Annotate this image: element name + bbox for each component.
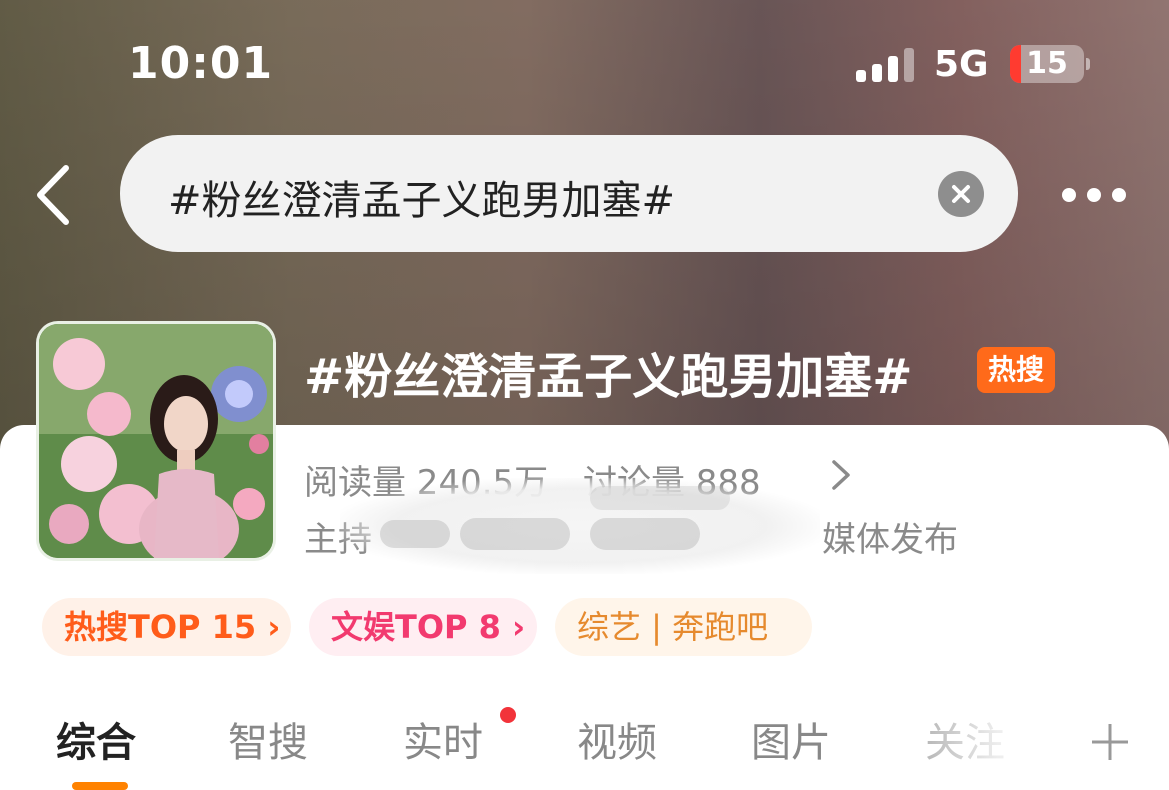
more-dots-icon	[1062, 188, 1076, 202]
battery-icon: 15	[1010, 45, 1084, 83]
back-button[interactable]	[30, 160, 80, 230]
more-dot	[1112, 188, 1126, 202]
status-time: 10:01	[128, 38, 274, 89]
more-options-button[interactable]	[1058, 180, 1130, 210]
tab-comprehensive[interactable]: 综合	[56, 710, 136, 768]
search-query-text: #粉丝澄清孟子义跑男加塞#	[168, 178, 676, 224]
search-bar[interactable]: #粉丝澄清孟子义跑男加塞#	[120, 135, 1018, 252]
tab-images[interactable]: 图片	[751, 710, 831, 768]
clear-search-button[interactable]	[938, 171, 984, 217]
new-content-dot	[500, 707, 516, 723]
active-tab-indicator	[72, 782, 128, 790]
tab-realtime[interactable]: 实时	[403, 710, 483, 768]
more-dot	[1087, 188, 1101, 202]
signal-bars-icon	[856, 46, 916, 82]
redaction-blob	[590, 486, 730, 510]
hot-search-badge: 热搜	[977, 347, 1055, 393]
chevron-left-icon	[37, 165, 69, 225]
topic-cover-image[interactable]	[36, 321, 276, 561]
redaction-blob	[590, 518, 700, 550]
tab-video[interactable]: 视频	[577, 710, 657, 768]
stats-chevron-icon[interactable]	[826, 458, 856, 492]
add-tab-button[interactable]	[1090, 722, 1130, 762]
entertainment-rank-chip[interactable]: 文娱TOP 8 ›	[309, 598, 537, 656]
hot-search-rank-chip[interactable]: 热搜TOP 15 ›	[42, 598, 291, 656]
redaction-blob	[460, 518, 570, 550]
tab-smart-search[interactable]: 智搜	[228, 710, 308, 768]
clear-circle-icon	[952, 185, 970, 203]
plus-icon	[1092, 724, 1128, 760]
battery-tip	[1086, 58, 1090, 70]
tabs-fade-overlay	[860, 700, 1090, 790]
battery-percentage: 15	[1026, 46, 1068, 81]
topic-title: #粉丝澄清孟子义跑男加塞#	[304, 349, 913, 405]
media-publish-label: 媒体发布	[822, 520, 958, 560]
network-type: 5G	[934, 44, 989, 85]
cover-photo	[39, 324, 273, 558]
redaction-blob	[380, 520, 450, 548]
variety-show-chip[interactable]: 综艺 | 奔跑吧	[555, 598, 812, 656]
chevron-right-icon	[832, 460, 850, 490]
redaction-blur	[340, 478, 820, 574]
